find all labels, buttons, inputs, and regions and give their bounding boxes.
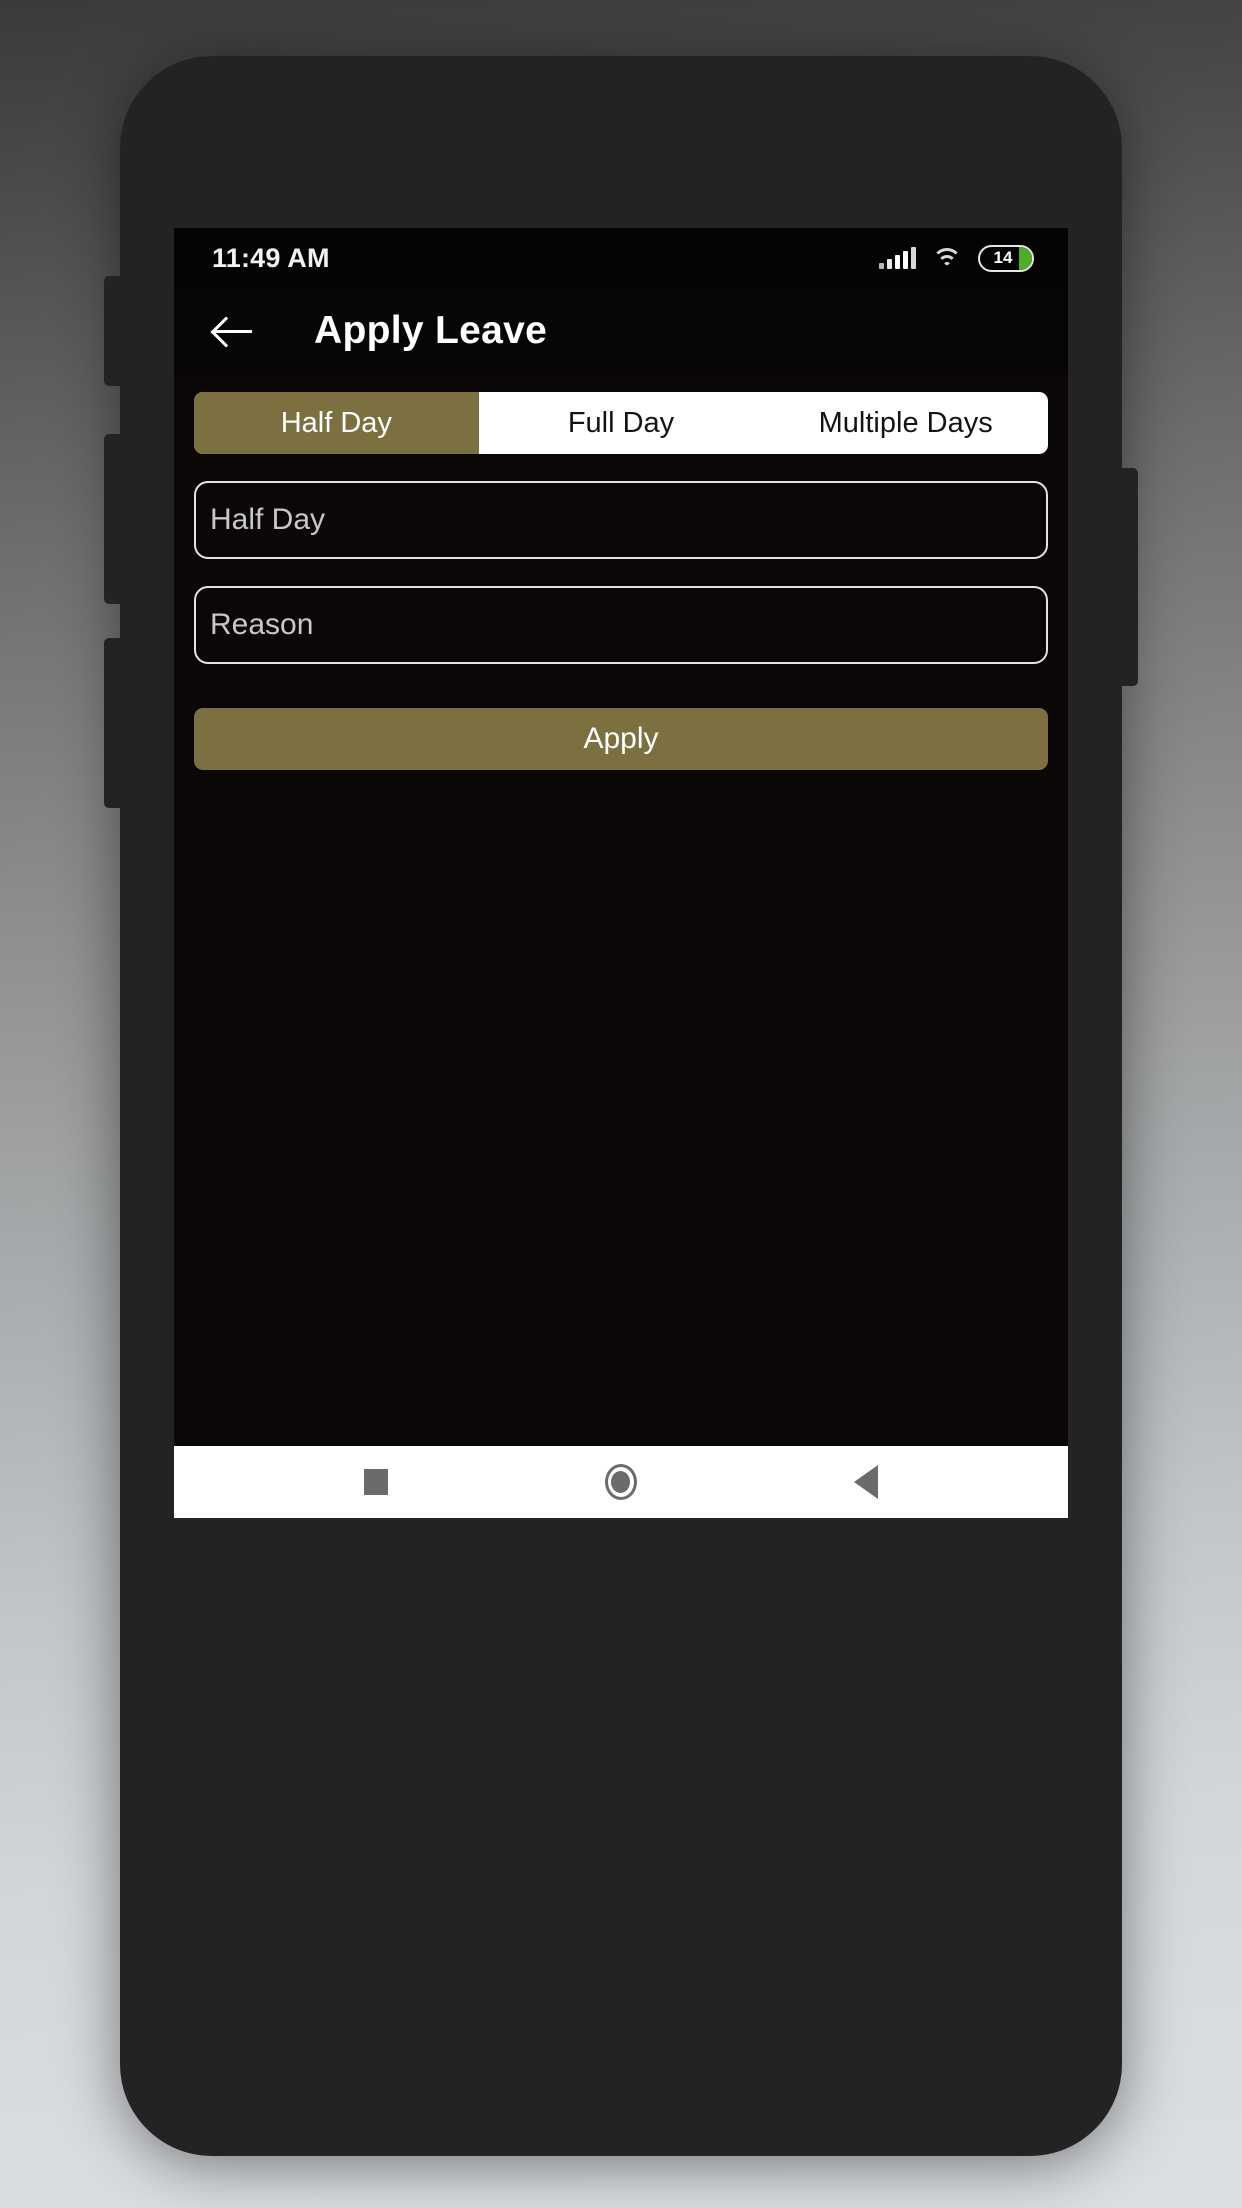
- battery-level-label: 14: [993, 248, 1013, 267]
- reason-placeholder: Reason: [210, 608, 314, 641]
- leave-type-segmented-control: Half Day Full Day Multiple Days: [194, 392, 1048, 454]
- power-button[interactable]: [1120, 468, 1138, 686]
- signal-bars-icon: [879, 247, 916, 269]
- apply-button[interactable]: Apply: [194, 708, 1048, 770]
- app-bar: Apply Leave: [174, 288, 1068, 374]
- wifi-icon: [932, 247, 962, 270]
- battery-icon: 14: [978, 244, 1034, 272]
- battery-fill: [1019, 246, 1032, 270]
- android-navigation-bar: [174, 1446, 1068, 1518]
- status-bar-icons: 14: [879, 244, 1034, 272]
- home-button[interactable]: [576, 1446, 666, 1518]
- mute-switch-button[interactable]: [104, 276, 122, 386]
- recents-button[interactable]: [331, 1446, 421, 1518]
- circle-home-icon: [604, 1464, 637, 1500]
- tab-multiple-days[interactable]: Multiple Days: [763, 392, 1048, 454]
- page-title: Apply Leave: [314, 309, 548, 352]
- apply-button-label: Apply: [583, 722, 659, 755]
- status-bar: 11:49 AM 14: [174, 228, 1068, 288]
- phone-screen: 11:49 AM 14 Apply Leave Half Day Full Da…: [174, 228, 1068, 1518]
- reason-field[interactable]: Reason: [194, 586, 1048, 664]
- back-button[interactable]: [821, 1446, 911, 1518]
- leave-type-field[interactable]: Half Day: [194, 481, 1048, 559]
- status-bar-clock: 11:49 AM: [212, 242, 330, 273]
- volume-up-button[interactable]: [104, 434, 122, 604]
- volume-down-button[interactable]: [104, 638, 122, 808]
- back-arrow-icon[interactable]: [208, 306, 258, 356]
- main-content: Half Day Full Day Multiple Days Half Day…: [174, 374, 1068, 770]
- triangle-back-icon: [853, 1465, 878, 1499]
- phone-device-frame: 11:49 AM 14 Apply Leave Half Day Full Da…: [104, 56, 1138, 2156]
- leave-type-placeholder: Half Day: [210, 503, 326, 536]
- square-recents-icon: [364, 1469, 389, 1495]
- tab-half-day[interactable]: Half Day: [194, 392, 479, 454]
- tab-full-day[interactable]: Full Day: [479, 392, 764, 454]
